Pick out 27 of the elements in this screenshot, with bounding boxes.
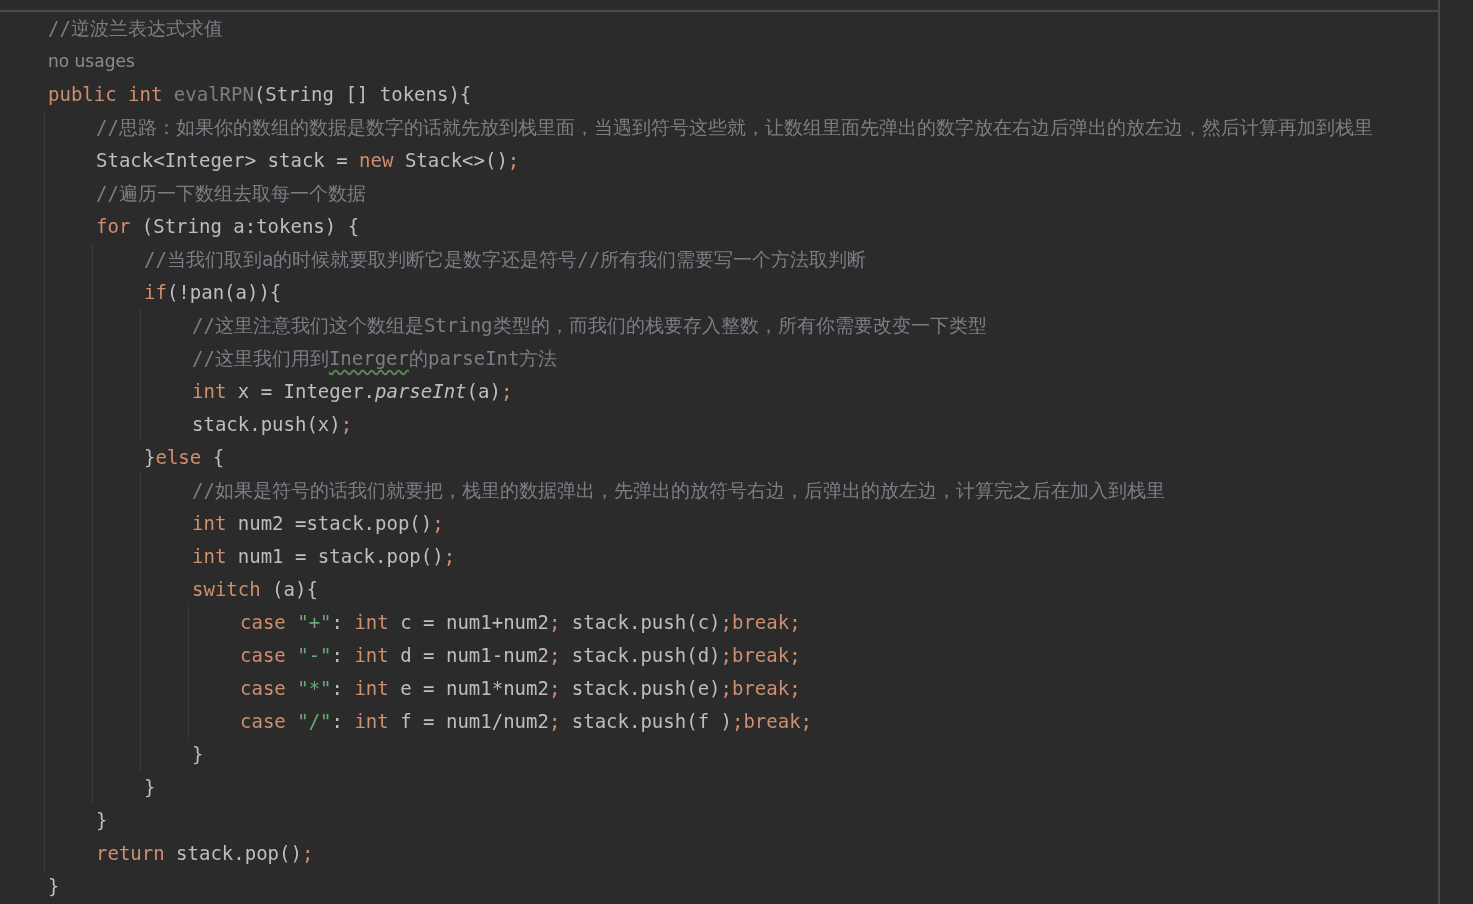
- code-line: int num1 = stack.pop();: [192, 544, 456, 569]
- code-line: //遍历一下数组去取每一个数据: [96, 181, 366, 206]
- code-line: //逆波兰表达式求值: [48, 16, 223, 41]
- code-line: }: [96, 808, 108, 833]
- code-line: case "/": int f = num1/num2; stack.push(f );break;: [240, 709, 813, 734]
- code-line: //这里注意我们这个数组是String类型的，而我们的栈要存入整数，所有你需要改变一下类型: [192, 313, 987, 338]
- code-line: return stack.pop();: [96, 841, 314, 866]
- code-line: }: [144, 775, 156, 800]
- code-line: }else {: [144, 445, 225, 470]
- code-line: int num2 =stack.pop();: [192, 511, 444, 536]
- code-line: public int evalRPN(String [] tokens){: [48, 82, 472, 107]
- code-line: //当我们取到a的时候就要取判断它是数字还是符号//所有我们需要写一个方法取判断: [144, 247, 867, 272]
- code-line: case "-": int d = num1-num2; stack.push(d);break;: [240, 643, 801, 668]
- code-line: case "+": int c = num1+num2; stack.push(c);break;: [240, 610, 801, 635]
- code-line: }: [48, 874, 60, 899]
- code-line: switch (a){: [192, 577, 318, 602]
- code-line: case "*": int e = num1*num2; stack.push(e);break;: [240, 676, 801, 701]
- code-line: }: [192, 742, 204, 767]
- code-line: //思路：如果你的数组的数据是数字的话就先放到栈里面，当遇到符号这些就，让数组里面先弹出的数字放在右边后弹出的放左边，然后计算再加到栈里: [96, 115, 1373, 140]
- usage-hint: no usages: [48, 50, 135, 73]
- code-line: for (String a:tokens) {: [96, 214, 360, 239]
- code-line: //如果是符号的话我们就要把，栈里的数据弹出，先弹出的放符号右边，后弹出的放左边，计算完之后在加入到栈里: [192, 478, 1165, 503]
- code-line: int x = Integer.parseInt(a);: [192, 379, 513, 404]
- code-line: stack.push(x);: [192, 412, 353, 437]
- code-line: //这里我们用到Inerger的parseInt方法: [192, 346, 558, 371]
- code-line: Stack<Integer> stack = new Stack<>();: [96, 148, 520, 173]
- code-line: if(!pan(a)){: [144, 280, 282, 305]
